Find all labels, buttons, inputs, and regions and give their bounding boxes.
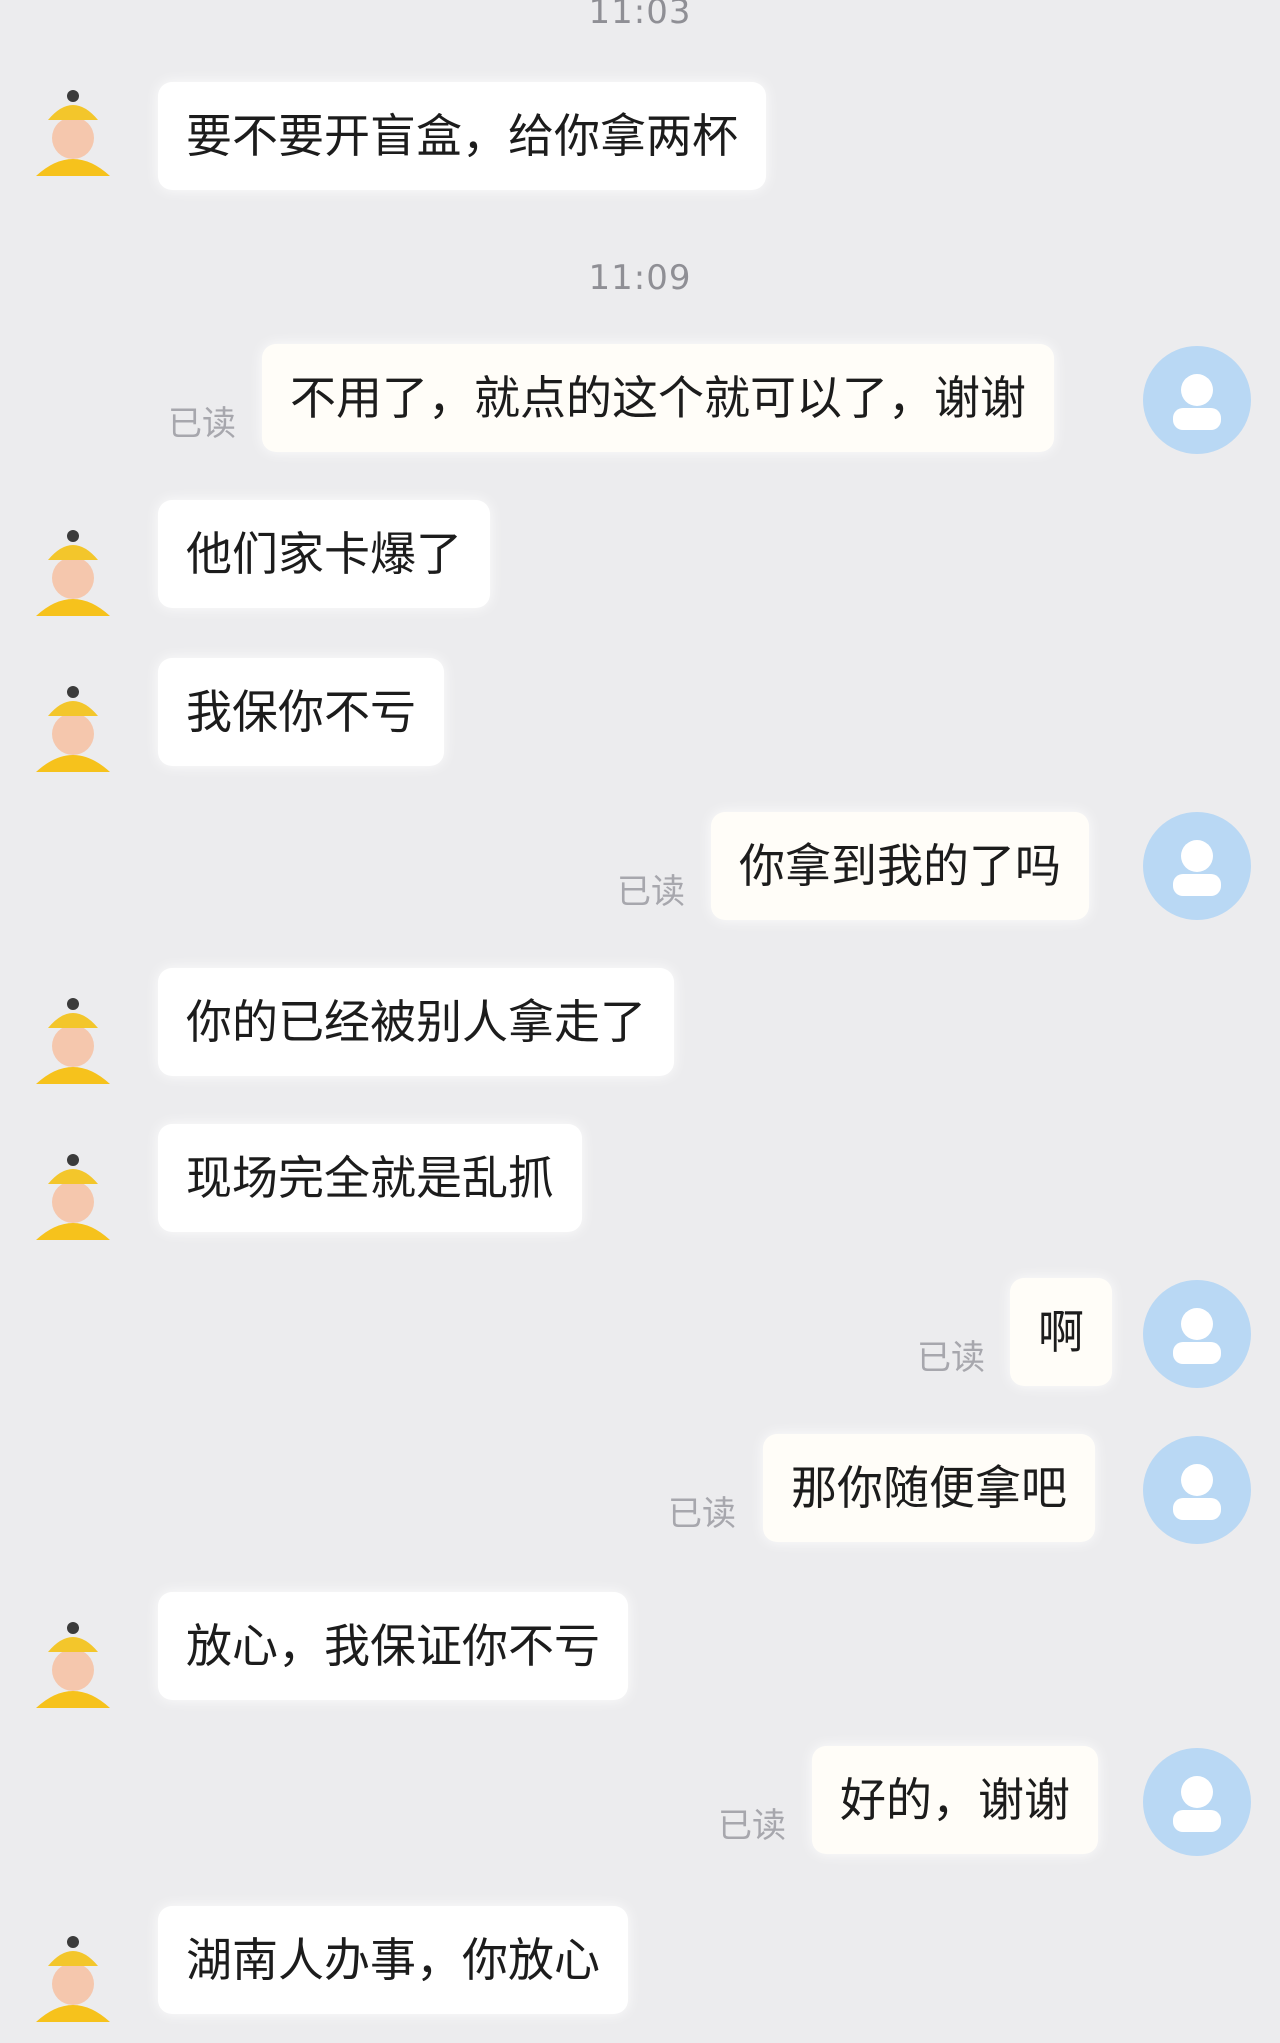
timestamp: 11:03 (588, 0, 692, 32)
message-bubble[interactable]: 放心，我保证你不亏 (158, 1592, 628, 1700)
read-receipt: 已读 (917, 1338, 985, 1378)
person-icon[interactable] (1143, 812, 1251, 920)
person-icon[interactable] (1143, 1748, 1251, 1856)
message-bubble[interactable]: 我保你不亏 (158, 658, 444, 766)
chat-area: 11:03 要不要开盲盒，给你拿两杯 11:09 已读 不用了，就点的这个就可以… (0, 0, 1280, 2043)
message-bubble[interactable]: 啊 (1010, 1278, 1112, 1386)
message-bubble[interactable]: 那你随便拿吧 (763, 1434, 1095, 1542)
message-bubble[interactable]: 你拿到我的了吗 (711, 812, 1089, 920)
message-bubble[interactable]: 他们家卡爆了 (158, 500, 490, 608)
courier-avatar-icon[interactable] (30, 988, 116, 1088)
person-icon[interactable] (1143, 1436, 1251, 1544)
message-bubble[interactable]: 好的，谢谢 (812, 1746, 1098, 1854)
message-bubble[interactable]: 你的已经被别人拿走了 (158, 968, 674, 1076)
message-bubble[interactable]: 不用了，就点的这个就可以了，谢谢 (262, 344, 1054, 452)
read-receipt: 已读 (168, 404, 236, 444)
read-receipt: 已读 (668, 1494, 736, 1534)
courier-avatar-icon[interactable] (30, 1144, 116, 1244)
read-receipt: 已读 (617, 872, 685, 912)
person-icon[interactable] (1143, 346, 1251, 454)
courier-avatar-icon[interactable] (30, 520, 116, 620)
person-icon[interactable] (1143, 1280, 1251, 1388)
message-bubble[interactable]: 要不要开盲盒，给你拿两杯 (158, 82, 766, 190)
timestamp: 11:09 (588, 258, 692, 298)
courier-avatar-icon[interactable] (30, 1926, 116, 2026)
courier-avatar-icon[interactable] (30, 80, 116, 180)
courier-avatar-icon[interactable] (30, 676, 116, 776)
read-receipt: 已读 (718, 1806, 786, 1846)
courier-avatar-icon[interactable] (30, 1612, 116, 1712)
message-bubble[interactable]: 现场完全就是乱抓 (158, 1124, 582, 1232)
message-bubble[interactable]: 湖南人办事，你放心 (158, 1906, 628, 2014)
